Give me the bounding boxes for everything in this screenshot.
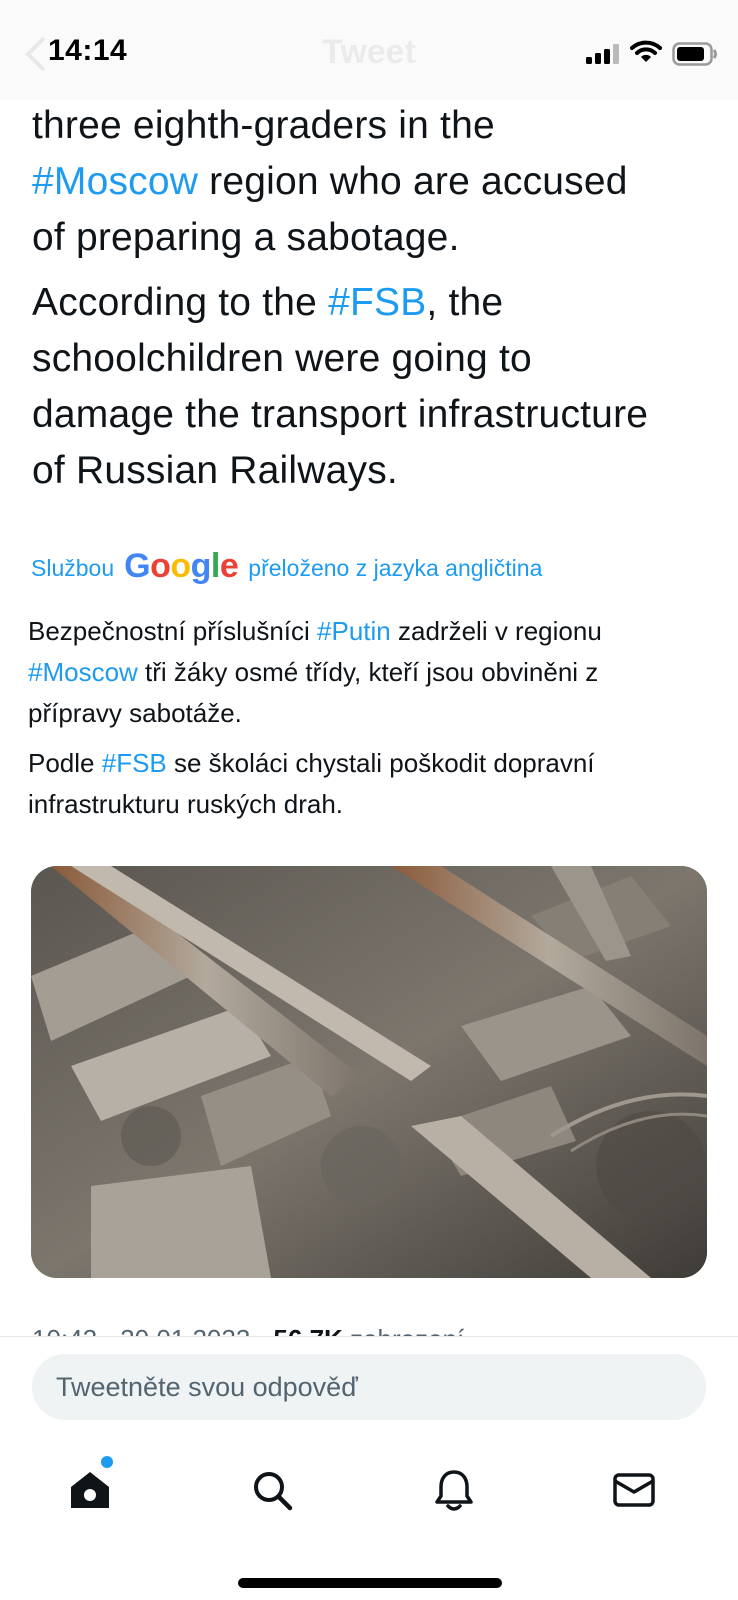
- tweet-photo[interactable]: [31, 866, 707, 1278]
- tab-messages[interactable]: [606, 1462, 662, 1518]
- tab-notifications[interactable]: [426, 1462, 482, 1518]
- home-indicator[interactable]: [238, 1578, 502, 1588]
- tweet-translated-paragraph-2: Podle #FSB se školáci chystali poškodit …: [28, 743, 718, 825]
- tweet-text: of Russian Railways.: [32, 449, 398, 492]
- tweet-original-paragraph-2: According to the #FSB, the schoolchildren…: [32, 275, 722, 499]
- bell-icon: [435, 1470, 473, 1511]
- tweet-translated-paragraph-1: Bezpečnostní příslušníci #Putin zadrželi…: [28, 611, 718, 734]
- hashtag-link[interactable]: #Moscow: [32, 160, 198, 203]
- battery-icon: [672, 42, 717, 66]
- railway-damage-photo: [31, 866, 707, 1278]
- hashtag-link[interactable]: #FSB: [328, 281, 426, 324]
- wifi-icon: [630, 40, 662, 62]
- tweet-text: , the: [426, 281, 504, 324]
- tweet-text: According to the: [32, 281, 329, 324]
- cellular-signal-icon: [586, 44, 619, 64]
- clock: 14:14: [48, 34, 128, 67]
- status-bar: Tweet 14:14: [0, 0, 738, 100]
- mail-icon: [613, 1473, 655, 1507]
- google-logo: Google: [124, 546, 239, 585]
- translation-prefix: Službou: [31, 554, 115, 581]
- tab-search[interactable]: [244, 1462, 300, 1518]
- tweet-text: schoolchildren were going to: [32, 337, 532, 380]
- tweet-text: Bezpečnostní příslušníci: [28, 616, 318, 646]
- hashtag-link[interactable]: #FSB: [102, 748, 167, 778]
- home-icon: [71, 1472, 109, 1508]
- tweet-text: three eighth-graders in the: [32, 104, 495, 147]
- tweet-text: damage the transport infrastructure: [32, 393, 649, 436]
- tweet-text: se školáci chystali poškodit dopravní: [166, 748, 595, 778]
- tweet-text: zadrželi v regionu: [390, 616, 602, 646]
- translation-suffix: přeloženo z jazyka angličtina: [248, 554, 543, 581]
- tweet-text: přípravy sabotáže.: [28, 698, 242, 728]
- tweet-original-paragraph-1: three eighth-graders in the #Moscow regio…: [32, 98, 722, 266]
- tab-home[interactable]: [62, 1462, 118, 1518]
- search-icon: [254, 1472, 293, 1511]
- translation-attribution: Službou Google přeloženo z jazyka anglič…: [31, 546, 543, 588]
- home-badge: [101, 1456, 113, 1468]
- tweet-text: tři žáky osmé třídy, kteří jsou obviněni…: [137, 657, 599, 687]
- reply-input[interactable]: [32, 1354, 706, 1420]
- tweet-text: infrastrukturu ruských drah.: [28, 789, 344, 819]
- hashtag-link[interactable]: #Moscow: [28, 657, 138, 687]
- hashtag-link[interactable]: #Putin: [317, 616, 391, 646]
- tweet-text: region who are accused: [198, 160, 628, 203]
- tweet-text: Podle: [28, 748, 102, 778]
- tweet-text: of preparing a sabotage.: [32, 216, 460, 259]
